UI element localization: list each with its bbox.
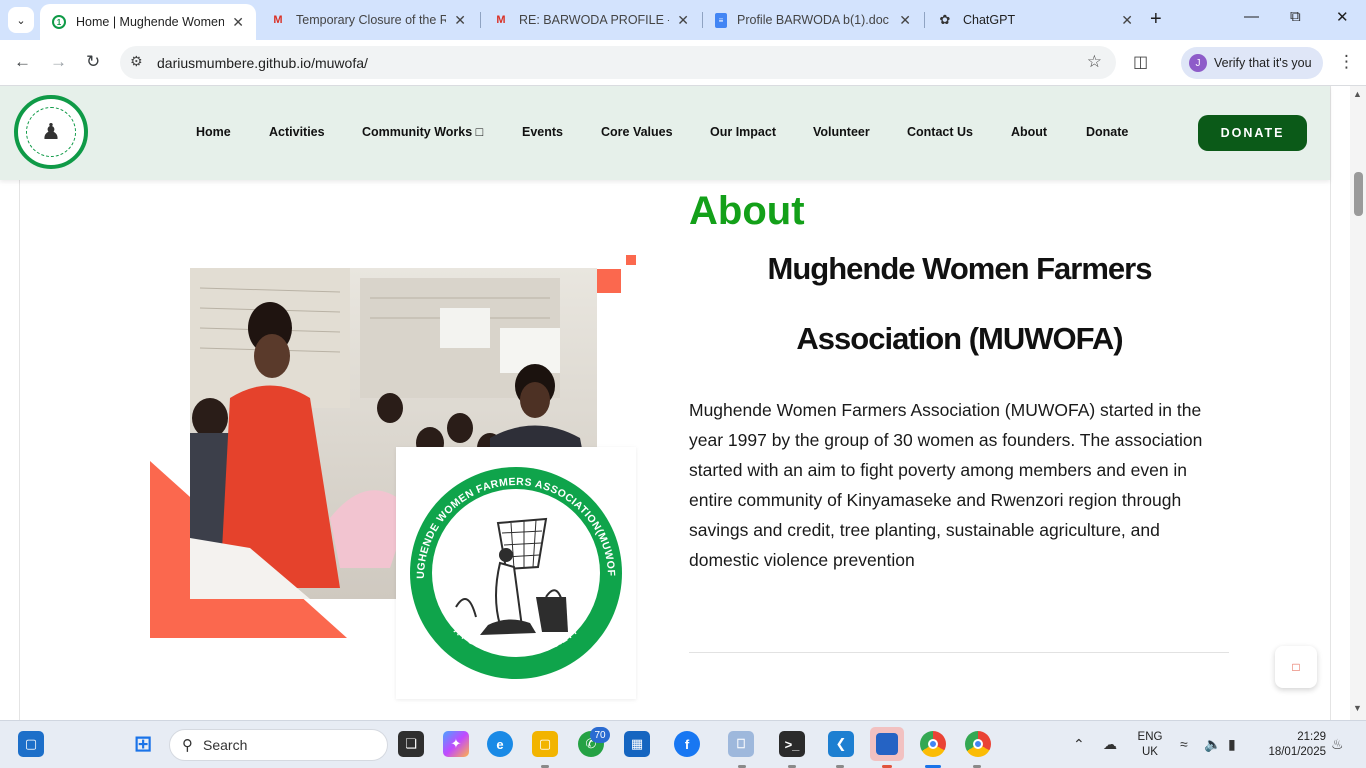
tab-search-chevron-icon[interactable]: ⌄ [8, 7, 34, 33]
close-window-icon[interactable]: ✕ [1336, 8, 1349, 26]
about-heading: About [689, 189, 805, 233]
photos-app-icon[interactable] [870, 727, 904, 761]
browser-tab-strip: ⌄ 1 Home | Mughende Women F ✕ M Temporar… [0, 0, 1366, 40]
woman-with-basket-icon: ♟ [26, 107, 76, 157]
search-icon: ⚲ [182, 737, 193, 754]
language-indicator[interactable]: ENG UK [1136, 730, 1164, 760]
nav-donate[interactable]: Donate [1086, 125, 1128, 139]
site-header: ♟ Home Activities Community Works □ Even… [0, 86, 1330, 180]
nav-about[interactable]: About [1011, 125, 1047, 139]
chrome-profile-icon[interactable] [965, 731, 991, 757]
edge-icon[interactable]: e [487, 731, 513, 757]
web-page: ♟ Home Activities Community Works □ Even… [0, 86, 1350, 720]
close-tab-icon[interactable]: ✕ [899, 12, 911, 29]
decorative-coral-square [597, 269, 621, 293]
section-divider [689, 652, 1229, 653]
chatgpt-icon: ✿ [939, 12, 951, 27]
volume-icon[interactable]: 🔈 [1204, 736, 1221, 753]
profile-avatar: J [1189, 54, 1207, 72]
about-description: Mughende Women Farmers Association (MUWO… [689, 400, 1203, 570]
scrollbar-thumb[interactable] [1354, 172, 1363, 216]
tab-temporary-closure[interactable]: M Temporary Closure of the Re ✕ [258, 0, 478, 40]
floating-chat-button[interactable]: □ [1275, 646, 1317, 688]
tab-home-muwofa[interactable]: 1 Home | Mughende Women F ✕ [40, 4, 256, 40]
windows-taskbar: ▢ ⊞ ⚲ Search ❏ ✦ e ▢ ✆ 70 ▦ f ⎕ >_ ❮ ⌃ ☁… [0, 720, 1366, 768]
nav-events[interactable]: Events [522, 125, 563, 139]
terminal-icon[interactable]: >_ [779, 731, 805, 757]
site-info-tune-icon[interactable]: ⚙ [130, 53, 143, 70]
tab-title: ChatGPT [963, 13, 1016, 27]
scroll-down-arrow-icon[interactable]: ▼ [1353, 703, 1362, 713]
windows-start-icon[interactable]: ⊞ [130, 731, 156, 757]
clock-time: 21:29 [1297, 731, 1326, 743]
org-name-line-2: Association (MUWOFA) [796, 321, 1123, 356]
nav-activities[interactable]: Activities [269, 125, 325, 139]
page-scrollbar[interactable]: ▲ ▼ [1350, 86, 1366, 720]
wifi-icon[interactable]: ≈ [1180, 736, 1188, 752]
clock[interactable]: 21:29 18/01/2025 [1256, 730, 1326, 760]
tab-title: Profile BARWODA b(1).doc - [737, 13, 892, 27]
docs-icon: ≡ [715, 12, 727, 28]
nav-volunteer[interactable]: Volunteer [813, 125, 870, 139]
file-explorer-icon[interactable]: ▢ [532, 731, 558, 757]
minimize-icon[interactable]: — [1244, 8, 1259, 25]
extensions-puzzle-icon[interactable]: ◫ [1133, 52, 1148, 72]
browser-menu-icon[interactable]: ⋮ [1338, 52, 1355, 72]
tab-title: Home | Mughende Women F [76, 15, 225, 29]
network-off-icon[interactable]: ☁ [1103, 736, 1117, 753]
verify-identity-button[interactable]: J Verify that it's you [1181, 47, 1323, 79]
tab-barwoda-profile[interactable]: M RE: BARWODA PROFILE - da ✕ [481, 0, 701, 40]
address-bar[interactable]: ⚙ dariusmumbere.github.io/muwofa/ ☆ [120, 46, 1116, 79]
nav-core-values[interactable]: Core Values [601, 125, 673, 139]
url-text[interactable]: dariusmumbere.github.io/muwofa/ [157, 55, 368, 71]
show-hidden-icons-chevron-icon[interactable]: ⌃ [1073, 736, 1085, 753]
keyboard-layout: UK [1142, 746, 1158, 758]
bookmark-star-icon[interactable]: ☆ [1087, 52, 1102, 72]
tab-title: Temporary Closure of the Re [296, 13, 447, 27]
forward-arrow-icon[interactable]: → [50, 52, 67, 72]
microsoft-store-icon[interactable]: ▦ [624, 731, 650, 757]
clock-date: 18/01/2025 [1268, 746, 1326, 758]
muwofa-favicon: 1 [52, 15, 66, 29]
decorative-coral-square-small [626, 255, 636, 265]
reload-icon[interactable]: ↻ [86, 52, 100, 72]
tab-profile-doc[interactable]: ≡ Profile BARWODA b(1).doc - ✕ [703, 0, 923, 40]
donate-button[interactable]: DONATE [1198, 115, 1307, 151]
muwofa-logo-card: MUGHENDE WOMEN FARMERS ASSOCIATION(MUWOF… [391, 438, 636, 699]
widgets-icon[interactable]: ▢ [18, 731, 44, 757]
facebook-icon[interactable]: f [674, 731, 700, 757]
nav-community-works[interactable]: Community Works □ [362, 125, 483, 139]
nav-contact-us[interactable]: Contact Us [907, 125, 973, 139]
verify-label: Verify that it's you [1214, 56, 1312, 70]
remote-desktop-icon[interactable]: ⎕ [728, 731, 754, 757]
scroll-up-arrow-icon[interactable]: ▲ [1353, 89, 1362, 99]
whatsapp-notification-badge: 70 [590, 727, 610, 743]
tab-title: RE: BARWODA PROFILE - da [519, 13, 669, 27]
close-tab-icon[interactable]: ✕ [677, 12, 689, 29]
copilot-icon[interactable]: ✦ [443, 731, 469, 757]
site-logo[interactable]: ♟ [14, 95, 88, 169]
chrome-icon[interactable] [920, 731, 946, 757]
task-view-icon[interactable]: ❏ [398, 731, 424, 757]
close-tab-icon[interactable]: ✕ [1121, 12, 1133, 29]
back-arrow-icon[interactable]: ← [14, 52, 31, 72]
nav-home[interactable]: Home [196, 125, 231, 139]
new-tab-plus-icon[interactable]: + [1150, 8, 1162, 31]
nav-our-impact[interactable]: Our Impact [710, 125, 776, 139]
muwofa-seal-logo: MUGHENDE WOMEN FARMERS ASSOCIATION(MUWOF… [391, 438, 622, 679]
gmail-icon: M [496, 14, 506, 26]
close-tab-icon[interactable]: ✕ [232, 14, 244, 31]
battery-icon[interactable]: ▮ [1228, 736, 1236, 753]
notification-bell-icon[interactable]: ♨ [1331, 736, 1344, 753]
taskbar-search-box[interactable]: ⚲ Search [169, 729, 388, 761]
org-name-line-1: Mughende Women Farmers [767, 251, 1153, 286]
browser-toolbar: ← → ↻ ⚙ dariusmumbere.github.io/muwofa/ … [0, 40, 1366, 86]
tab-chatgpt[interactable]: ✿ ChatGPT ✕ [925, 0, 1145, 40]
restore-icon[interactable]: ⧉ [1290, 8, 1301, 25]
language-code: ENG [1137, 731, 1163, 743]
close-tab-icon[interactable]: ✕ [454, 12, 466, 29]
gmail-icon: M [273, 14, 283, 26]
taskbar-search-label: Search [203, 737, 248, 753]
vscode-icon[interactable]: ❮ [828, 731, 854, 757]
